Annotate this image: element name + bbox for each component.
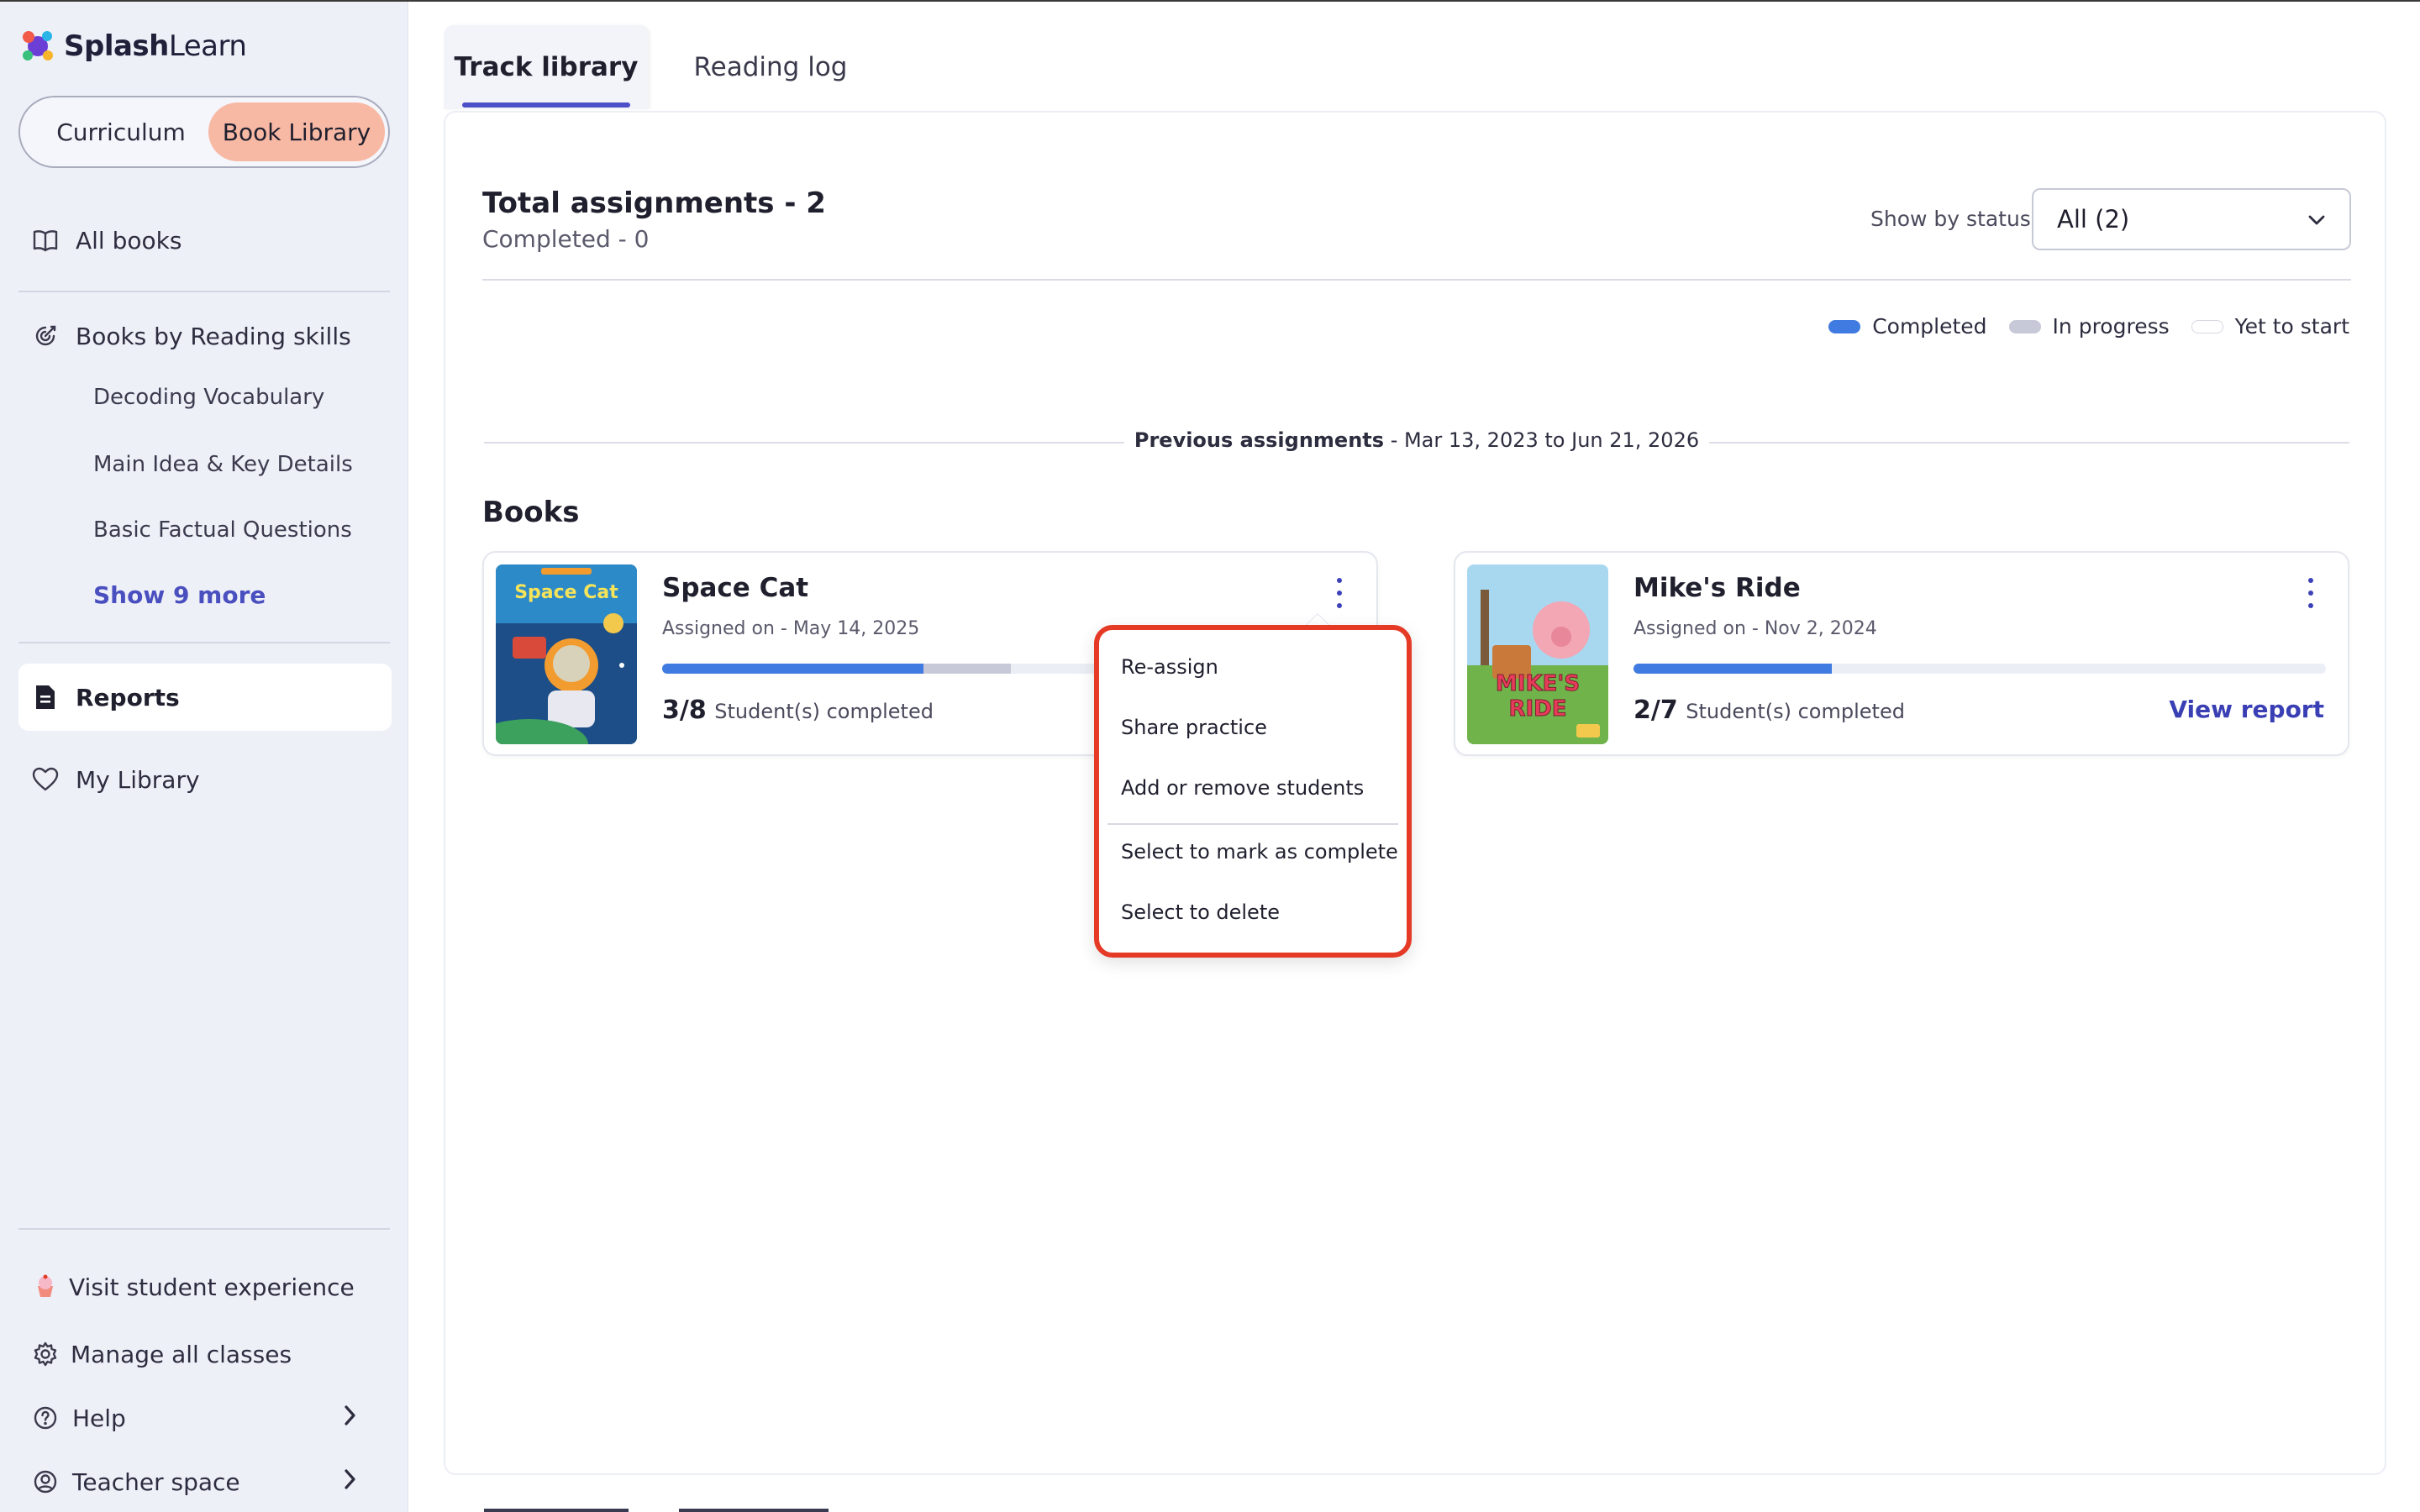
view-report-link[interactable]: View report xyxy=(2169,696,2324,723)
book-options-menu: Re-assign Share practice Add or remove s… xyxy=(1094,625,1412,958)
show-more-link[interactable]: Show 9 more xyxy=(93,581,266,609)
more-options-icon[interactable] xyxy=(1331,578,1348,608)
sidebar-item-label: Visit student experience xyxy=(69,1273,355,1301)
cupcake-icon xyxy=(30,1272,60,1302)
sidebar-divider xyxy=(18,642,390,643)
open-book-icon xyxy=(30,225,60,255)
bottom-button-edge xyxy=(679,1509,829,1512)
help-icon xyxy=(30,1403,60,1433)
book-cover-mikes-ride: MIKE'S RIDE xyxy=(1467,564,1608,744)
chevron-right-icon xyxy=(341,1465,358,1499)
menu-item-reassign[interactable]: Re-assign xyxy=(1121,655,1218,679)
books-heading: Books xyxy=(482,496,580,529)
menu-divider xyxy=(1107,823,1398,825)
manage-all-classes[interactable]: Manage all classes xyxy=(18,1334,392,1374)
progress-completed-fill xyxy=(662,664,924,674)
legend-label: Completed xyxy=(1872,314,1987,339)
sidebar-item-label: Manage all classes xyxy=(71,1340,292,1368)
legend-label: Yet to start xyxy=(2234,314,2349,339)
report-icon xyxy=(30,682,60,712)
completed-count: Completed - 0 xyxy=(482,225,650,253)
sidebar-item-reports[interactable]: Reports xyxy=(18,664,392,731)
book-title: Space Cat xyxy=(662,573,809,603)
logo-text: SplashLearn xyxy=(64,29,247,63)
sidebar-item-label: Help xyxy=(72,1404,126,1432)
summary-divider xyxy=(482,279,2351,281)
skill-decoding-vocabulary[interactable]: Decoding Vocabulary xyxy=(93,385,324,410)
skill-basic-factual[interactable]: Basic Factual Questions xyxy=(93,517,352,543)
target-icon xyxy=(30,321,60,351)
heart-icon xyxy=(30,764,60,795)
sidebar-item-label: All books xyxy=(76,226,182,255)
mode-switch: Curriculum Book Library xyxy=(18,96,390,168)
sidebar-item-my-library[interactable]: My Library xyxy=(18,759,392,800)
book-assigned-date: Assigned on - Nov 2, 2024 xyxy=(1634,618,1877,639)
menu-item-add-remove-students[interactable]: Add or remove students xyxy=(1121,776,1364,800)
sidebar-item-help[interactable]: Help xyxy=(18,1398,392,1438)
legend-swatch xyxy=(1828,319,1861,333)
tab-track-library[interactable]: Track library xyxy=(444,25,649,109)
status-filter-label: Show by status xyxy=(1870,207,2031,231)
sidebar: SplashLearn Curriculum Book Library All … xyxy=(0,2,408,1512)
book-progress-bar xyxy=(1634,664,2326,674)
book-card-mikes-ride[interactable]: MIKE'S RIDE Mike's Ride Assigned on - No… xyxy=(1454,551,2349,756)
book-cover-space-cat: Space Cat xyxy=(496,564,637,744)
svg-text:Space Cat: Space Cat xyxy=(514,582,618,603)
sidebar-item-label: Reports xyxy=(76,683,180,711)
legend-swatch xyxy=(2008,319,2041,333)
svg-text:RIDE: RIDE xyxy=(1508,696,1566,722)
curriculum-toggle[interactable]: Curriculum xyxy=(29,102,213,161)
visit-student-experience[interactable]: Visit student experience xyxy=(18,1267,392,1307)
sidebar-item-all-books[interactable]: All books xyxy=(18,220,392,260)
book-completion-count: 3/8 Student(s) completed xyxy=(662,696,934,725)
menu-item-mark-complete[interactable]: Select to mark as complete xyxy=(1121,840,1398,864)
book-completion-count: 2/7 Student(s) completed xyxy=(1634,696,1905,725)
sidebar-divider xyxy=(18,1228,390,1230)
track-library-panel: Total assignments - 2 Completed - 0 Show… xyxy=(444,111,2386,1475)
tab-reading-log[interactable]: Reading log xyxy=(667,25,874,109)
logo-icon xyxy=(18,27,57,66)
progress-in-progress-fill xyxy=(923,664,1011,674)
book-title: Mike's Ride xyxy=(1634,573,1801,603)
sidebar-item-label: Books by Reading skills xyxy=(76,322,351,350)
skill-main-idea[interactable]: Main Idea & Key Details xyxy=(93,452,353,477)
chevron-right-icon xyxy=(341,1401,358,1435)
legend-swatch xyxy=(2191,319,2223,333)
sidebar-divider xyxy=(18,291,390,292)
bottom-button-edge xyxy=(484,1509,629,1512)
legend-completed: Completed xyxy=(1828,314,1987,339)
total-assignments: Total assignments - 2 xyxy=(482,186,826,220)
status-filter-value: All (2) xyxy=(2057,205,2130,234)
legend-label: In progress xyxy=(2052,314,2170,339)
gear-icon xyxy=(30,1339,60,1369)
progress-completed-fill xyxy=(1634,664,1832,674)
sidebar-item-label: My Library xyxy=(76,765,200,794)
user-circle-icon xyxy=(30,1467,60,1497)
previous-assignments-label: Previous assignments - Mar 13, 2023 to J… xyxy=(445,428,2388,452)
sidebar-item-label: Teacher space xyxy=(72,1467,240,1496)
menu-item-delete[interactable]: Select to delete xyxy=(1121,900,1280,924)
book-assigned-date: Assigned on - May 14, 2025 xyxy=(662,618,920,639)
status-filter-select[interactable]: All (2) xyxy=(2032,188,2351,250)
progress-legend: Completed In progress Yet to start xyxy=(1828,314,2349,339)
sidebar-item-reading-skills[interactable]: Books by Reading skills xyxy=(18,316,392,356)
menu-item-share-practice[interactable]: Share practice xyxy=(1121,716,1267,739)
sidebar-item-teacher-space[interactable]: Teacher space xyxy=(18,1462,392,1502)
legend-yet-to-start: Yet to start xyxy=(2191,314,2349,339)
more-options-icon[interactable] xyxy=(2302,578,2319,608)
splashlearn-logo[interactable]: SplashLearn xyxy=(18,27,247,66)
legend-in-progress: In progress xyxy=(2008,314,2170,339)
chevron-down-icon xyxy=(2306,208,2328,230)
book-library-toggle[interactable]: Book Library xyxy=(208,102,385,161)
svg-text:MIKE'S: MIKE'S xyxy=(1496,671,1580,696)
